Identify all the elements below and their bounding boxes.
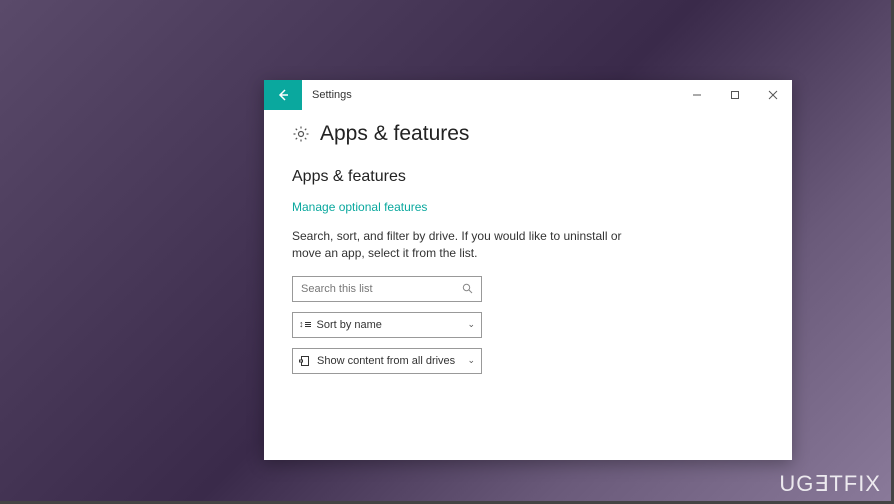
window-controls [678,80,792,110]
drive-icon [299,355,311,367]
page-title: Apps & features [320,122,469,146]
gear-icon [292,125,310,143]
manage-optional-features-link[interactable]: Manage optional features [292,200,427,214]
back-button[interactable] [264,80,302,110]
description-text: Search, sort, and filter by drive. If yo… [292,228,622,262]
close-icon [768,90,778,100]
maximize-button[interactable] [716,80,754,110]
search-placeholder: Search this list [301,283,462,295]
sort-dropdown[interactable]: ↕ Sort by name ⌄ [292,312,482,338]
watermark-logo: UG∃TFIX [779,471,881,497]
settings-window: Settings Apps & features Apps & features… [264,80,792,460]
sort-icon: ↕ [299,320,311,329]
content-area: Apps & features Apps & features Manage o… [264,110,792,396]
search-input[interactable]: Search this list [292,276,482,302]
minimize-icon [692,90,702,100]
chevron-down-icon: ⌄ [467,319,475,330]
section-title: Apps & features [292,168,764,186]
minimize-button[interactable] [678,80,716,110]
window-title: Settings [302,80,678,110]
page-header: Apps & features [292,122,764,146]
chevron-down-icon: ⌄ [467,355,475,366]
filter-label: Show content from all drives [317,355,461,367]
arrow-left-icon [276,88,290,102]
search-icon [462,283,473,294]
sort-label: Sort by name [317,319,462,331]
titlebar: Settings [264,80,792,110]
filter-dropdown[interactable]: Show content from all drives ⌄ [292,348,482,374]
maximize-icon [730,90,740,100]
close-button[interactable] [754,80,792,110]
